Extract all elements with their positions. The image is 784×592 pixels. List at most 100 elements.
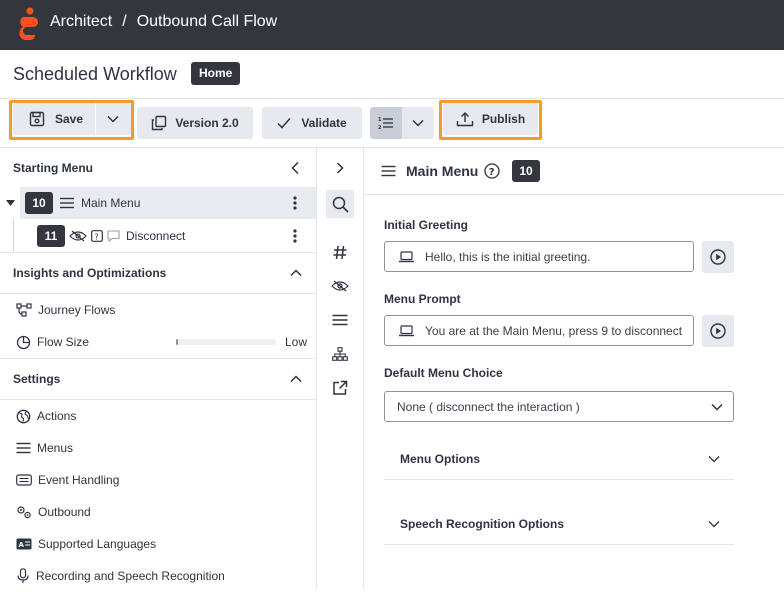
chevron-right-icon	[336, 162, 344, 174]
settings-item-menus[interactable]: Menus	[16, 432, 73, 464]
settings-header[interactable]: Settings	[0, 359, 316, 399]
visibility-button[interactable]	[326, 272, 354, 300]
hidden-icon	[331, 280, 349, 292]
starting-menu-title: Starting Menu	[13, 161, 93, 175]
caret-down-icon[interactable]	[6, 200, 15, 206]
search-button[interactable]	[326, 190, 354, 218]
list-view-dropdown[interactable]	[402, 107, 434, 139]
play-greeting-button[interactable]	[702, 241, 734, 273]
disconnect-item[interactable]: 11 ? Disconnect	[37, 220, 185, 252]
validate-button[interactable]: Validate	[262, 107, 362, 139]
flow-size-bar	[176, 339, 276, 345]
checkmark-icon	[277, 118, 291, 129]
speech-recognition-accordion[interactable]: Speech Recognition Options	[400, 517, 564, 531]
variables-button[interactable]	[326, 238, 354, 266]
chevron-down-icon	[711, 403, 723, 411]
disconnect-number-badge: 11	[37, 225, 65, 247]
journey-flows-label: Journey Flows	[38, 303, 116, 317]
list-view-split-button: 12	[370, 107, 434, 139]
menu-prompt-value: You are at the Main Menu, press 9 to dis…	[425, 323, 683, 338]
play-icon	[710, 323, 726, 339]
event-icon	[16, 474, 32, 486]
toolbar: Save Version 2.0 Validate 12 Publish	[0, 99, 784, 148]
settings-item-outbound[interactable]: Outbound	[16, 496, 91, 528]
initial-greeting-label: Initial Greeting	[384, 218, 469, 232]
sub-header: Scheduled Workflow	[0, 50, 784, 99]
chevron-down-icon[interactable]	[708, 455, 720, 463]
main-title: Main Menu	[406, 163, 479, 179]
default-menu-choice-label: Default Menu Choice	[384, 366, 503, 380]
genesys-logo	[19, 7, 38, 40]
hierarchy-button[interactable]	[326, 340, 354, 368]
flow-size-item[interactable]: Flow Size	[16, 326, 89, 358]
menu-icon	[381, 165, 396, 177]
menu-button[interactable]	[326, 306, 354, 334]
breadcrumb: Architect / Outbound Call Flow	[50, 13, 277, 31]
tree-line	[13, 219, 14, 251]
top-bar: Architect / Outbound Call Flow	[0, 0, 784, 50]
main-header: Main Menu ? 10	[364, 148, 784, 195]
menu-icon	[332, 314, 348, 326]
svg-text:?: ?	[95, 233, 99, 242]
default-menu-choice-select[interactable]: None ( disconnect the interaction )	[384, 391, 734, 422]
svg-text:2: 2	[378, 125, 382, 130]
actions-label: Actions	[37, 409, 77, 423]
chevron-down-icon	[412, 119, 424, 127]
globe-icon	[16, 409, 31, 423]
publish-highlight	[439, 100, 542, 140]
version-button[interactable]: Version 2.0	[137, 107, 253, 139]
insights-header[interactable]: Insights and Optimizations	[0, 253, 316, 293]
menu-options-accordion[interactable]: Menu Options	[400, 452, 480, 466]
initial-greeting-field[interactable]: Hello, this is the initial greeting.	[384, 241, 694, 272]
pie-chart-icon	[16, 335, 31, 349]
chevron-down-icon[interactable]	[708, 520, 720, 528]
menu-prompt-field[interactable]: You are at the Main Menu, press 9 to dis…	[384, 315, 694, 346]
main-menu-number-badge: 10	[25, 192, 53, 214]
list-view-button[interactable]: 12	[370, 107, 402, 139]
tool-rail	[317, 148, 364, 589]
app-name[interactable]: Architect	[50, 13, 112, 31]
home-badge: Home	[191, 62, 241, 85]
external-link-icon	[333, 380, 348, 395]
starting-menu-header: Starting Menu	[0, 148, 316, 188]
settings-item-supported-languages[interactable]: A Supported Languages	[16, 528, 156, 560]
open-external-button[interactable]	[326, 374, 354, 402]
chevron-up-icon	[290, 375, 302, 383]
journey-flows-icon	[16, 303, 32, 317]
flow-name: Outbound Call Flow	[136, 13, 278, 30]
supported-languages-label: Supported Languages	[38, 537, 157, 551]
expand-right-button[interactable]	[326, 154, 354, 182]
more-options-icon[interactable]	[293, 229, 297, 243]
settings-item-event-handling[interactable]: Event Handling	[16, 464, 119, 496]
menu-prompt-label: Menu Prompt	[384, 292, 461, 306]
flow-size-value: Low	[285, 335, 308, 349]
search-icon	[332, 196, 349, 213]
language-icon: A	[16, 538, 32, 550]
svg-text:1: 1	[378, 117, 382, 123]
save-highlight	[9, 100, 134, 140]
journey-flows-item[interactable]: Journey Flows	[16, 294, 115, 326]
help-icon[interactable]: ?	[484, 163, 500, 179]
settings-item-recording[interactable]: Recording and Speech Recognition	[16, 560, 225, 592]
more-options-icon[interactable]	[293, 196, 297, 210]
microphone-icon	[17, 568, 29, 583]
play-icon	[710, 249, 726, 265]
collapse-left-icon[interactable]	[290, 161, 300, 175]
flow-size-bar-fill	[176, 339, 178, 345]
outbound-label: Outbound	[38, 505, 91, 519]
page-title: Scheduled Workflow	[13, 64, 177, 84]
settings-item-actions[interactable]: Actions	[16, 400, 76, 432]
main-editor: Main Menu ? 10 Initial Greeting Hello, t…	[364, 148, 784, 589]
hidden-icon	[69, 230, 87, 242]
menus-label: Menus	[37, 441, 74, 455]
svg-text:?: ?	[489, 167, 495, 178]
play-prompt-button[interactable]	[702, 315, 734, 347]
menu-icon	[60, 197, 74, 209]
disconnect-label: Disconnect	[126, 229, 186, 243]
version-label: Version 2.0	[175, 116, 239, 130]
left-panel: Starting Menu 10 Main Menu 11 ? Disconne…	[0, 148, 317, 589]
breadcrumb-separator: /	[122, 13, 127, 30]
laptop-icon	[399, 324, 414, 336]
laptop-icon	[399, 250, 414, 262]
comment-icon	[107, 230, 120, 242]
